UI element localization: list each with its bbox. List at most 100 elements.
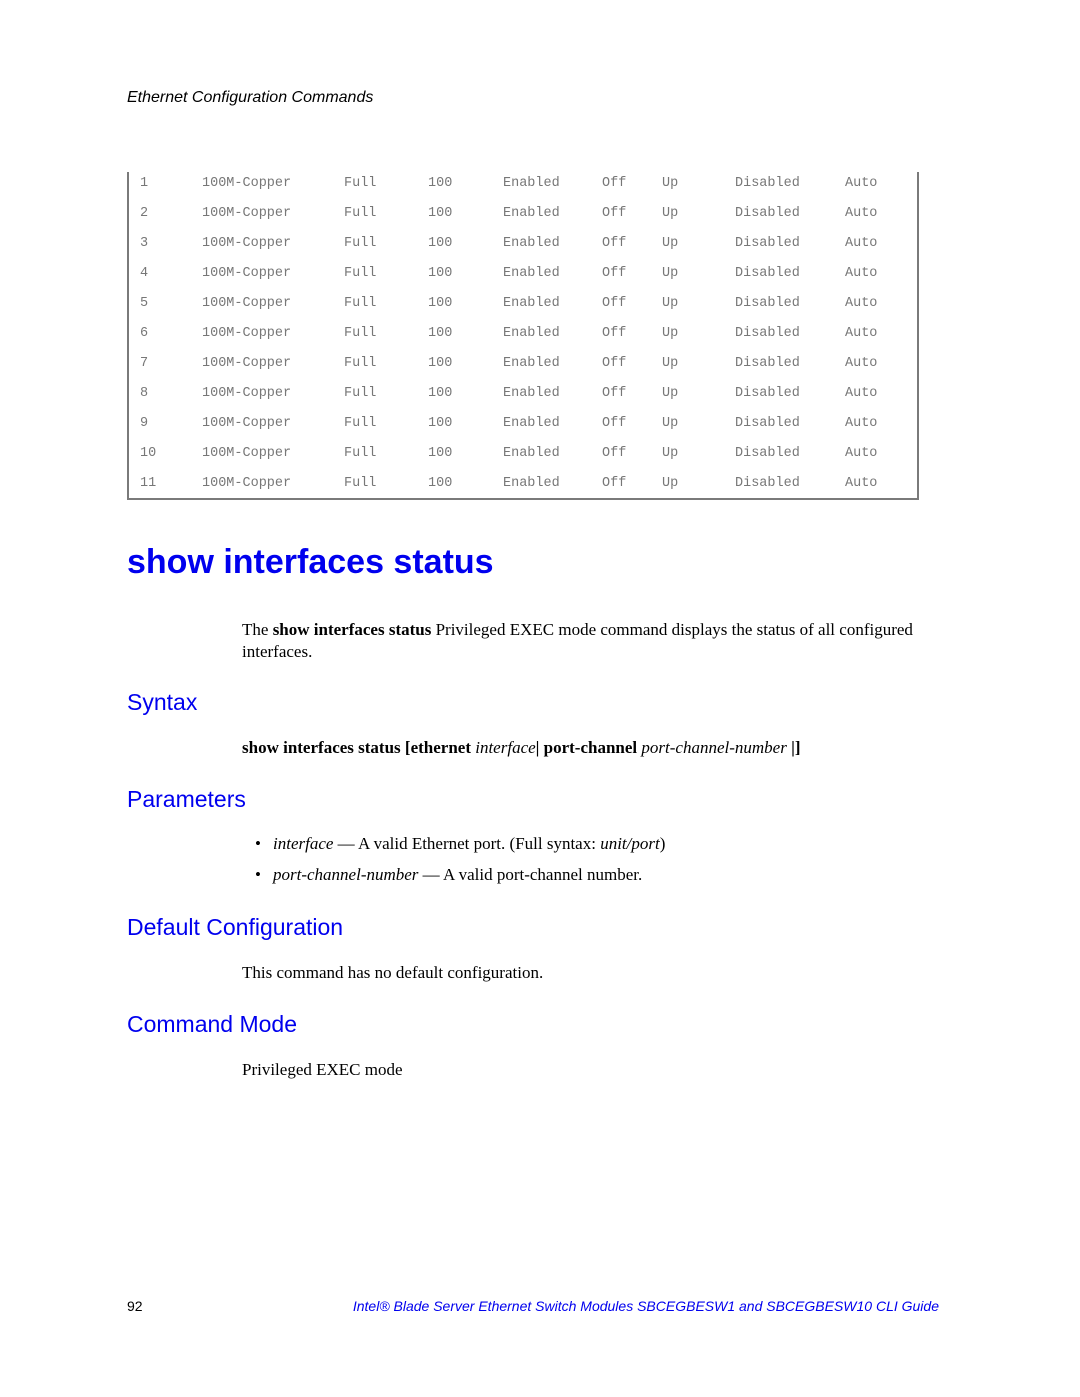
output-cell-flow-control: Off [602,386,627,401]
command-output-box: 1 100M-Copper Full 100 Enabled Off Up Disabled A… [127,172,919,500]
output-cell-type: 100M-Copper [202,176,292,191]
output-cell-mdix-mode: Auto [845,476,878,491]
output-cell-back-pressure: Disabled [735,206,800,221]
output-cell-mdix-mode: Auto [845,176,878,191]
output-cell-link-state: Up [662,266,679,281]
output-cell-port: 2 [140,206,149,221]
default-configuration-text: This command has no default configuratio… [242,963,544,982]
output-cell-duplex: Full [344,206,377,221]
output-cell-duplex: Full [344,296,377,311]
output-cell-flow-control: Off [602,416,627,431]
output-cell-type: 100M-Copper [202,386,292,401]
output-cell-mdix-mode: Auto [845,446,878,461]
output-cell-negotiation: Enabled [503,386,560,401]
output-cell-flow-control: Off [602,236,627,251]
output-cell-duplex: Full [344,356,377,371]
output-cell-link-state: Up [662,416,679,431]
output-cell-negotiation: Enabled [503,476,560,491]
output-cell-duplex: Full [344,266,377,281]
output-cell-mdix-mode: Auto [845,236,878,251]
parameters-heading: Parameters [127,786,246,812]
output-cell-type: 100M-Copper [202,446,292,461]
running-header: Ethernet Configuration Commands [127,89,374,106]
output-cell-back-pressure: Disabled [735,176,800,191]
output-cell-negotiation: Enabled [503,236,560,251]
output-cell-back-pressure: Disabled [735,296,800,311]
command-mode-text: Privileged EXEC mode [242,1060,403,1079]
output-cell-mdix-mode: Auto [845,326,878,341]
output-cell-negotiation: Enabled [503,266,560,281]
syntax-separator: | port-channel [535,738,642,757]
output-cell-flow-control: Off [602,326,627,341]
output-cell-flow-control: Off [602,266,627,281]
output-row: 11 100M-Copper Full 100 Enabled Off Up Disabled… [129,476,917,496]
syntax-command: show interfaces status [ethernet [242,738,476,757]
output-cell-mdix-mode: Auto [845,296,878,311]
syntax-end: |] [791,738,801,757]
output-row: 3 100M-Copper Full 100 Enabled Off Up Disabled A… [129,236,917,256]
bullet-icon: • [255,834,261,853]
output-cell-port: 9 [140,416,149,431]
output-row: 10 100M-Copper Full 100 Enabled Off Up Disabled… [129,446,917,466]
output-cell-negotiation: Enabled [503,356,560,371]
output-cell-port: 11 [140,476,157,491]
output-cell-type: 100M-Copper [202,296,292,311]
output-cell-negotiation: Enabled [503,416,560,431]
output-cell-speed: 100 [428,386,453,401]
command-description: The show interfaces status Privileged EX… [242,619,932,663]
output-cell-negotiation: Enabled [503,326,560,341]
output-cell-speed: 100 [428,206,453,221]
output-cell-negotiation: Enabled [503,296,560,311]
output-cell-speed: 100 [428,176,453,191]
output-cell-port: 3 [140,236,149,251]
output-cell-duplex: Full [344,236,377,251]
parameter-name: port-channel-number [273,865,419,884]
parameter-description-end: ) [659,834,666,853]
output-cell-back-pressure: Disabled [735,356,800,371]
output-cell-type: 100M-Copper [202,206,292,221]
parameters-list: • interface — A valid Ethernet port. (Fu… [255,833,665,895]
output-cell-port: 6 [140,326,149,341]
output-cell-duplex: Full [344,476,377,491]
output-cell-speed: 100 [428,296,453,311]
output-cell-port: 4 [140,266,149,281]
output-cell-back-pressure: Disabled [735,236,800,251]
output-row: 4 100M-Copper Full 100 Enabled Off Up Disabled A… [129,266,917,286]
output-cell-type: 100M-Copper [202,236,292,251]
output-cell-speed: 100 [428,236,453,251]
description-prefix: The [242,620,273,639]
output-cell-link-state: Up [662,206,679,221]
command-mode-heading: Command Mode [127,1011,298,1037]
description-command: show interfaces status [272,620,432,639]
output-cell-link-state: Up [662,326,679,341]
output-cell-link-state: Up [662,356,679,371]
output-cell-mdix-mode: Auto [845,266,878,281]
output-row: 6 100M-Copper Full 100 Enabled Off Up Disabled A… [129,326,917,346]
parameter-syntax: unit/port [600,834,660,853]
output-row: 9 100M-Copper Full 100 Enabled Off Up Disabled A… [129,416,917,436]
syntax-heading: Syntax [127,689,198,715]
output-cell-type: 100M-Copper [202,356,292,371]
output-cell-port: 1 [140,176,149,191]
output-cell-mdix-mode: Auto [845,356,878,371]
output-cell-negotiation: Enabled [503,206,560,221]
syntax-arg-port-channel-number: port-channel-number [641,738,792,757]
bullet-icon: • [255,865,261,884]
output-cell-back-pressure: Disabled [735,386,800,401]
page-title: show interfaces status [127,543,494,581]
output-row: 5 100M-Copper Full 100 Enabled Off Up Disabled A… [129,296,917,316]
output-cell-negotiation: Enabled [503,446,560,461]
default-configuration-heading: Default Configuration [127,914,344,940]
output-cell-type: 100M-Copper [202,266,292,281]
output-cell-flow-control: Off [602,476,627,491]
output-cell-link-state: Up [662,386,679,401]
output-cell-negotiation: Enabled [503,176,560,191]
output-cell-speed: 100 [428,416,453,431]
syntax-arg-interface: interface [475,738,536,757]
output-cell-back-pressure: Disabled [735,266,800,281]
output-cell-type: 100M-Copper [202,476,292,491]
output-cell-flow-control: Off [602,446,627,461]
parameter-description: — A valid port-channel number. [418,865,643,884]
output-cell-duplex: Full [344,416,377,431]
output-cell-link-state: Up [662,176,679,191]
